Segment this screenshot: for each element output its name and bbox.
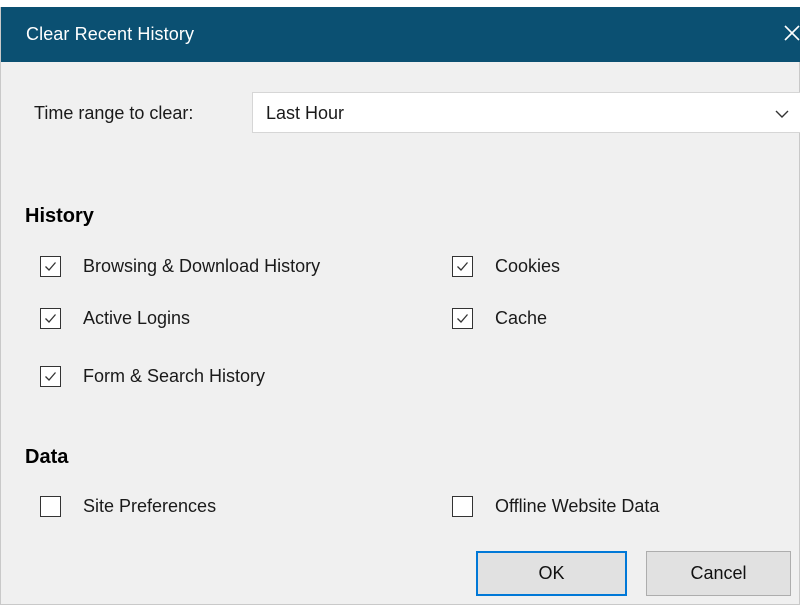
checkbox-active-logins[interactable]: Active Logins [40, 304, 190, 332]
checkbox-label: Form & Search History [83, 366, 266, 386]
time-range-value: Last Hour [266, 103, 345, 123]
checkbox-box[interactable] [40, 307, 61, 329]
checkmark-icon [457, 261, 468, 271]
checkbox-cookies[interactable]: Cookies [452, 252, 560, 280]
checkbox-box[interactable] [452, 255, 473, 277]
time-range-label: Time range to clear: [34, 103, 194, 123]
checkbox-form-search-history[interactable]: Form & Search History [40, 362, 265, 390]
cancel-button[interactable]: Cancel [646, 551, 791, 596]
checkbox-box[interactable] [40, 255, 61, 277]
page-background [0, 0, 800, 7]
checkbox-label: Active Logins [83, 308, 191, 328]
checkbox-label: Cookies [495, 256, 561, 276]
checkbox-label: Offline Website Data [495, 496, 660, 516]
checkmark-icon [45, 261, 56, 271]
data-heading: Data [25, 446, 69, 468]
checkbox-box[interactable] [452, 307, 473, 329]
ok-button[interactable]: OK [476, 551, 627, 596]
dialog-title: Clear Recent History [26, 24, 195, 44]
checkbox-cache[interactable]: Cache [452, 304, 547, 332]
checkmark-icon [45, 313, 56, 323]
checkmark-icon [457, 313, 468, 323]
dialog-titlebar: Clear Recent History [1, 7, 800, 62]
checkbox-offline-website-data[interactable]: Offline Website Data [452, 492, 659, 520]
checkbox-box[interactable] [40, 365, 61, 387]
checkbox-box[interactable] [452, 495, 473, 517]
checkmark-icon [45, 371, 56, 381]
checkbox-browsing-download-history[interactable]: Browsing & Download History [40, 252, 320, 280]
checkbox-box[interactable] [40, 495, 61, 517]
chevron-down-icon [773, 105, 791, 123]
close-icon[interactable] [777, 18, 800, 48]
checkbox-label: Browsing & Download History [83, 256, 321, 276]
time-range-select[interactable]: Last Hour [252, 92, 800, 133]
clear-history-dialog: Clear Recent History Time range to clear… [0, 7, 800, 605]
history-heading: History [25, 205, 94, 227]
checkbox-label: Site Preferences [83, 496, 217, 516]
checkbox-label: Cache [495, 308, 548, 328]
checkbox-site-preferences[interactable]: Site Preferences [40, 492, 216, 520]
